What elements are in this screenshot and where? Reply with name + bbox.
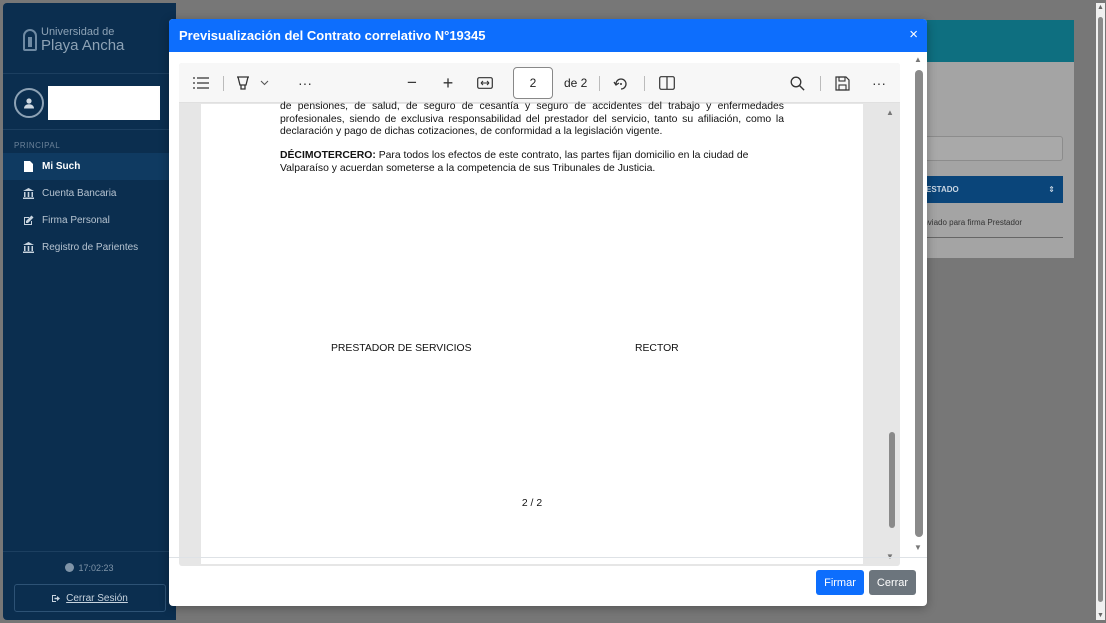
- bank-icon: [23, 188, 34, 199]
- pdf-toolbar: ··· − + 2 de 2 ···: [179, 63, 900, 103]
- scroll-up-icon[interactable]: ▲: [1096, 4, 1105, 11]
- scrollbar-thumb[interactable]: [1098, 17, 1103, 602]
- modal-footer: Firmar Cerrar: [169, 557, 927, 606]
- document-paragraph: de pensiones, de salud, de seguro de ces…: [280, 101, 784, 137]
- page-footer-number: 2 / 2: [521, 498, 543, 509]
- zoom-out-icon[interactable]: −: [400, 63, 424, 103]
- divider: [3, 551, 176, 552]
- close-button[interactable]: Cerrar: [869, 570, 916, 595]
- sidebar: Universidad de Playa Ancha PRINCIPAL Mi …: [3, 3, 176, 620]
- status-label: ESTADO: [926, 185, 959, 194]
- save-icon[interactable]: [830, 63, 854, 103]
- chevron-down-icon[interactable]: [257, 63, 271, 103]
- bank-icon: [23, 242, 34, 253]
- clock-icon: [65, 563, 75, 572]
- pdf-scrollbar[interactable]: ▲ ▼: [884, 104, 898, 566]
- logout-icon: [52, 594, 61, 602]
- page-view-icon[interactable]: [655, 63, 679, 103]
- avatar[interactable]: [14, 88, 44, 118]
- contract-preview-modal: Previsualización del Contrato correlativ…: [169, 19, 927, 606]
- divider: [918, 237, 1063, 238]
- more-options-icon[interactable]: ···: [867, 63, 891, 103]
- close-icon[interactable]: ×: [909, 27, 918, 42]
- divider: [3, 73, 176, 74]
- session-clock: 17:02:23: [3, 563, 176, 573]
- file-icon: [23, 161, 34, 172]
- page-number-input[interactable]: 2: [513, 67, 553, 99]
- logo-mark-icon: [23, 29, 37, 51]
- toolbar-divider: [644, 76, 645, 91]
- sidebar-item-registro-parientes[interactable]: Registro de Parientes: [3, 234, 176, 261]
- sidebar-item-mi-such[interactable]: Mi Such: [3, 153, 176, 180]
- logout-label: Cerrar Sesión: [66, 592, 128, 604]
- signature-right: RECTOR: [635, 343, 679, 354]
- sign-button[interactable]: Firmar: [816, 570, 864, 595]
- edit-icon: [23, 215, 34, 226]
- scroll-up-icon[interactable]: ▲: [886, 108, 894, 117]
- search-icon[interactable]: [785, 63, 809, 103]
- sort-icon: ⇕: [1048, 185, 1055, 194]
- scrollbar-thumb[interactable]: [889, 432, 895, 528]
- sidebar-nav: Mi Such Cuenta Bancaria Firma Personal R…: [3, 153, 176, 261]
- status-note: Enviado para firma Prestador: [918, 218, 1023, 227]
- clause-heading: DÉCIMOTERCERO:: [280, 150, 376, 161]
- university-logo[interactable]: Universidad de Playa Ancha: [23, 23, 124, 57]
- scrollbar-thumb[interactable]: [915, 70, 923, 537]
- logo-line1: Universidad de: [41, 25, 115, 38]
- document-clause: DÉCIMOTERCERO: Para todos los efectos de…: [280, 150, 784, 175]
- scroll-down-icon[interactable]: ▼: [1096, 612, 1105, 619]
- modal-title: Previsualización del Contrato correlativ…: [179, 28, 486, 43]
- toolbar-divider: [599, 76, 600, 91]
- sidebar-item-label: Firma Personal: [42, 215, 110, 226]
- sidebar-item-firma-personal[interactable]: Firma Personal: [3, 207, 176, 234]
- logout-button[interactable]: Cerrar Sesión: [14, 584, 166, 612]
- section-label: PRINCIPAL: [14, 141, 61, 150]
- clock-time: 17:02:23: [78, 563, 114, 573]
- toolbar-divider: [223, 76, 224, 91]
- pdf-page: de pensiones, de salud, de seguro de ces…: [201, 101, 863, 564]
- logo-line2: Playa Ancha: [41, 36, 125, 54]
- fit-width-icon[interactable]: [473, 63, 497, 103]
- pdf-viewer: ··· − + 2 de 2 ··· de pensiones, de salu…: [179, 63, 900, 566]
- background-input: [918, 136, 1063, 161]
- page-scrollbar[interactable]: ▲ ▼: [1096, 3, 1105, 620]
- divider: [3, 129, 176, 130]
- scroll-down-icon[interactable]: ▼: [914, 543, 922, 552]
- sidebar-item-label: Registro de Parientes: [42, 242, 139, 253]
- page-total: de 2: [564, 76, 588, 90]
- scroll-up-icon[interactable]: ▲: [914, 55, 922, 64]
- rotate-icon[interactable]: [609, 63, 633, 103]
- toolbar-divider: [820, 76, 821, 91]
- modal-scrollbar[interactable]: ▲ ▼: [914, 55, 924, 557]
- zoom-in-icon[interactable]: +: [436, 63, 460, 103]
- user-icon: [24, 98, 34, 109]
- status-bar: ESTADO ⇕: [918, 176, 1063, 203]
- contents-icon[interactable]: [189, 63, 213, 103]
- signature-left: PRESTADOR DE SERVICIOS: [331, 343, 472, 354]
- sidebar-item-cuenta-bancaria[interactable]: Cuenta Bancaria: [3, 180, 176, 207]
- more-tools-icon[interactable]: ···: [293, 63, 317, 103]
- modal-header: Previsualización del Contrato correlativ…: [169, 19, 927, 52]
- user-name-box: [48, 86, 160, 120]
- sidebar-item-label: Cuenta Bancaria: [42, 188, 117, 199]
- highlight-icon[interactable]: [231, 63, 255, 103]
- sidebar-item-label: Mi Such: [42, 161, 81, 172]
